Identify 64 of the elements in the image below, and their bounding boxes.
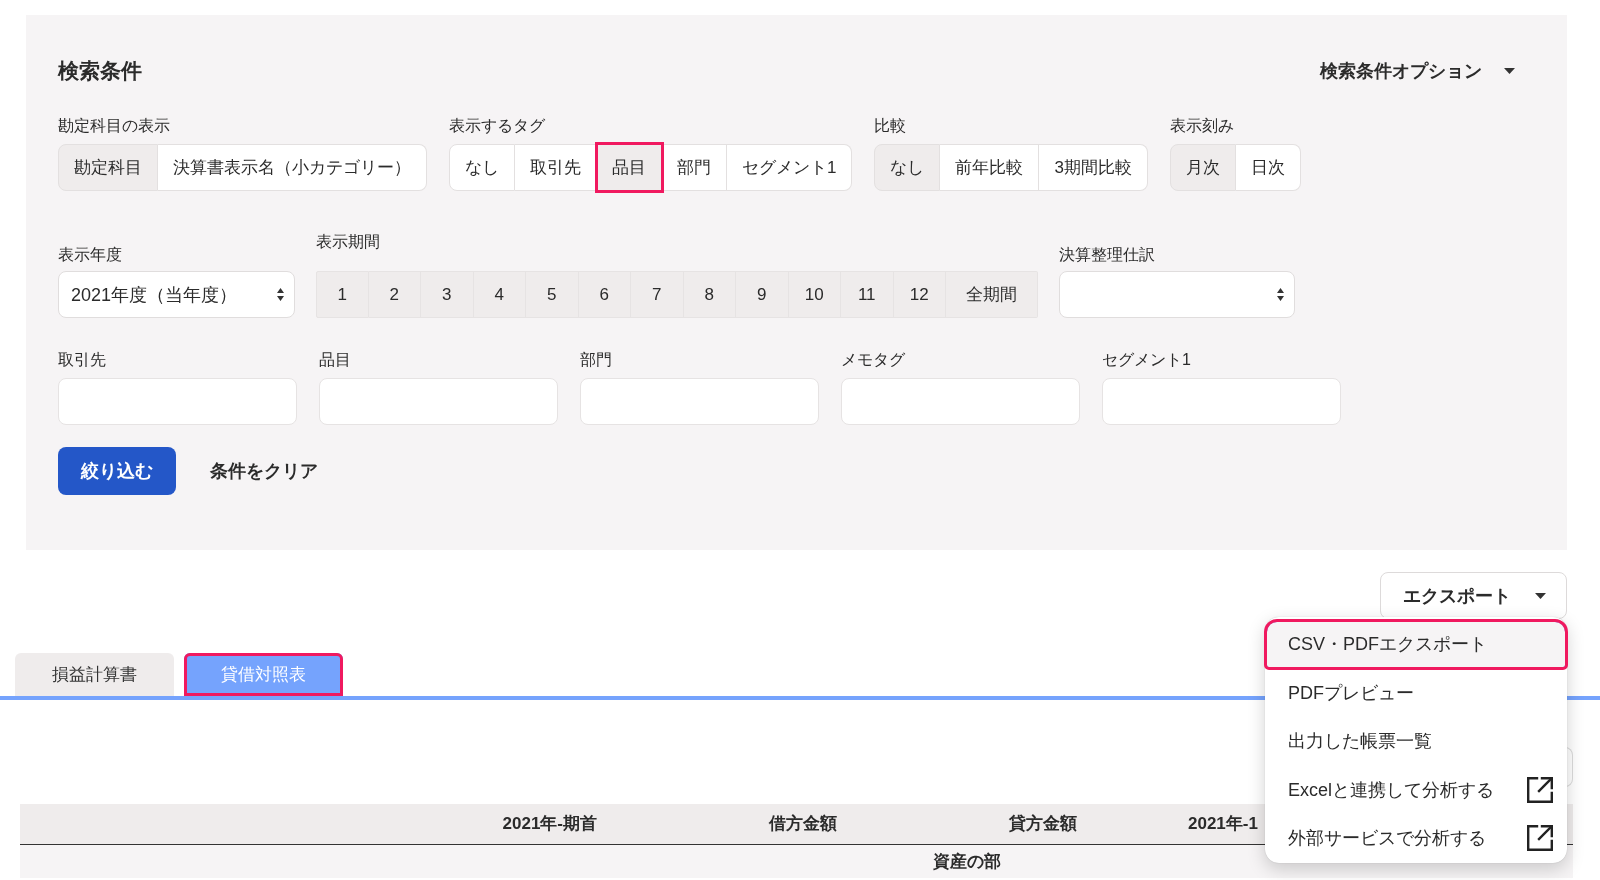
segment-option[interactable]: セグメント1 [727,144,853,191]
field-label: 比較 [874,116,907,136]
segment-option[interactable]: 3 [421,271,474,318]
segment-option[interactable]: 5 [526,271,579,318]
options-toggle[interactable]: 検索条件オプション [1320,58,1515,84]
segment-option[interactable]: 取引先 [515,144,597,191]
segment-option[interactable]: 2 [368,271,421,318]
input-field[interactable] [580,378,819,425]
select-field[interactable] [1059,271,1295,318]
clear-button[interactable]: 条件をクリア [210,458,318,484]
segment-option[interactable]: 日次 [1235,144,1301,191]
segment-option[interactable]: 4 [473,271,526,318]
segment-option[interactable]: 部門 [662,144,727,191]
field-label: 取引先 [58,350,106,370]
field-label: 表示刻み [1169,116,1234,136]
segment-option[interactable]: 品目 [597,144,662,191]
export-button[interactable]: エクスポート [1380,572,1567,619]
tab[interactable]: 損益計算書 [15,653,174,696]
column-header: 2021年-期首 [501,813,598,835]
input-field[interactable] [841,378,1080,425]
segment-option[interactable]: 勘定科目 [58,144,158,191]
menu-item[interactable]: CSV・PDFエクスポート [1265,620,1567,669]
section-title: 検索条件 [58,58,142,84]
select-arrows-icon [277,288,284,301]
column-header: 2021年-1 [1187,813,1258,835]
field-label: 勘定科目の表示 [58,116,170,136]
menu-item[interactable]: Excelと連携して分析する [1265,765,1567,814]
field-label: メモタグ [841,350,905,370]
input-field[interactable] [1102,378,1341,425]
segment-option[interactable]: 12 [893,271,946,318]
section-cell-text: 資産の部 [931,850,1002,873]
column-header: 貸方金額 [1008,813,1078,835]
segment-option[interactable]: なし [449,144,515,191]
segment-option[interactable]: 10 [788,271,841,318]
segment-option[interactable]: 9 [736,271,789,318]
menu-item[interactable]: 外部サービスで分析する [1265,814,1567,863]
field-label: 品目 [319,350,351,370]
segment-option[interactable]: 月次 [1169,144,1236,191]
field-label: 部門 [580,350,612,370]
segment-option[interactable]: 3期間比較 [1039,144,1148,191]
select-arrows-icon [1277,288,1284,301]
segment-option[interactable]: 決算書表示名（小カテゴリー） [158,144,427,191]
filter-button[interactable]: 絞り込む [58,447,176,495]
field-label: 表示するタグ [449,116,545,136]
field-label: 決算整理仕訳 [1059,245,1155,265]
caret-icon [1504,68,1515,74]
field-label: 表示期間 [316,232,380,252]
menu-item[interactable]: 出力した帳票一覧 [1265,717,1567,766]
field-label: 表示年度 [58,245,122,265]
input-field[interactable] [58,378,297,425]
segment-option[interactable]: 11 [841,271,894,318]
menu-item[interactable]: PDFプレビュー [1265,668,1567,717]
segment-option[interactable]: 1 [316,271,369,318]
segment-option[interactable]: なし [874,144,941,191]
column-header: 借方金額 [768,813,838,835]
input-field[interactable] [319,378,558,425]
segment-option[interactable]: 6 [578,271,631,318]
segment-option[interactable]: 7 [631,271,684,318]
select-field[interactable]: 2021年度（当年度） [58,271,295,318]
segment-option[interactable]: 前年比較 [940,144,1040,191]
segment-option[interactable]: 全期間 [946,271,1038,318]
segment-option[interactable]: 8 [683,271,736,318]
caret-icon [1535,592,1546,599]
field-label: セグメント1 [1102,350,1191,370]
